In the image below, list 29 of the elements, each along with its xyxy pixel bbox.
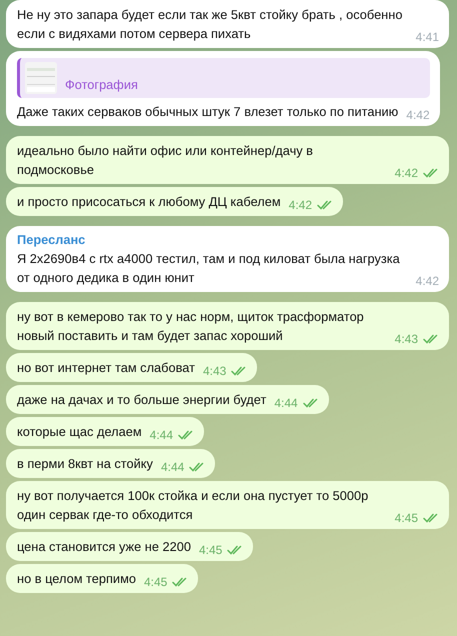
message-text: Не ну это запара будет если так же 5квт стойку брать , особенно если с видяхами потом сервера пихать (17, 6, 404, 43)
message-text: Даже таких серваков обычных штук 7 влезет только по питанию (17, 103, 398, 121)
message-time: 4:45 (394, 510, 418, 526)
message-time: 4:44 (150, 427, 174, 443)
reply-quote[interactable]: Фотография (17, 58, 430, 98)
message-text: которые щас делаем (17, 423, 142, 441)
message-text: даже на дачах и то больше энергии будет (17, 391, 266, 409)
message-text: но вот интернет там слабоват (17, 359, 195, 377)
message-time: 4:43 (202, 363, 226, 379)
message-time: 4:43 (394, 331, 418, 347)
message-time: 4:42 (394, 165, 418, 181)
message-time: 4:44 (274, 395, 298, 411)
message-text: и просто присосаться к любому ДЦ кабелем (17, 193, 281, 211)
message-text: ну вот получается 100к стойка и если она пустует то 5000р один сервак где-то обходится (17, 487, 370, 524)
message-time: 4:45 (199, 542, 222, 558)
message-text: Я 2х2690в4 с rtx a4000 тестил, там и под киловат была нагрузка от одного дедика в один юнит (17, 250, 401, 287)
message-time: 4:42 (288, 197, 312, 213)
message-time: 4:45 (144, 574, 168, 590)
message-time: 4:44 (160, 459, 184, 475)
message-text: идеально было найти офис или контейнер/дачу в подмосковье (17, 142, 314, 179)
message-text: цена становится уже не 2200 (17, 538, 191, 556)
message-time: 4:42 (406, 107, 430, 123)
message-time: 4:41 (416, 29, 439, 45)
message-text: но в целом терпимо (17, 570, 136, 588)
sender-name: Пересланс (17, 231, 86, 249)
reply-label: Фотография (65, 76, 138, 94)
message-text: в перми 8квт на стойку (17, 455, 153, 473)
message-time: 4:42 (416, 273, 439, 289)
message-text: ну вот в кемерово так то у нас норм, щиток трасформатор новый поставить и там будет запас хороший (17, 308, 365, 345)
